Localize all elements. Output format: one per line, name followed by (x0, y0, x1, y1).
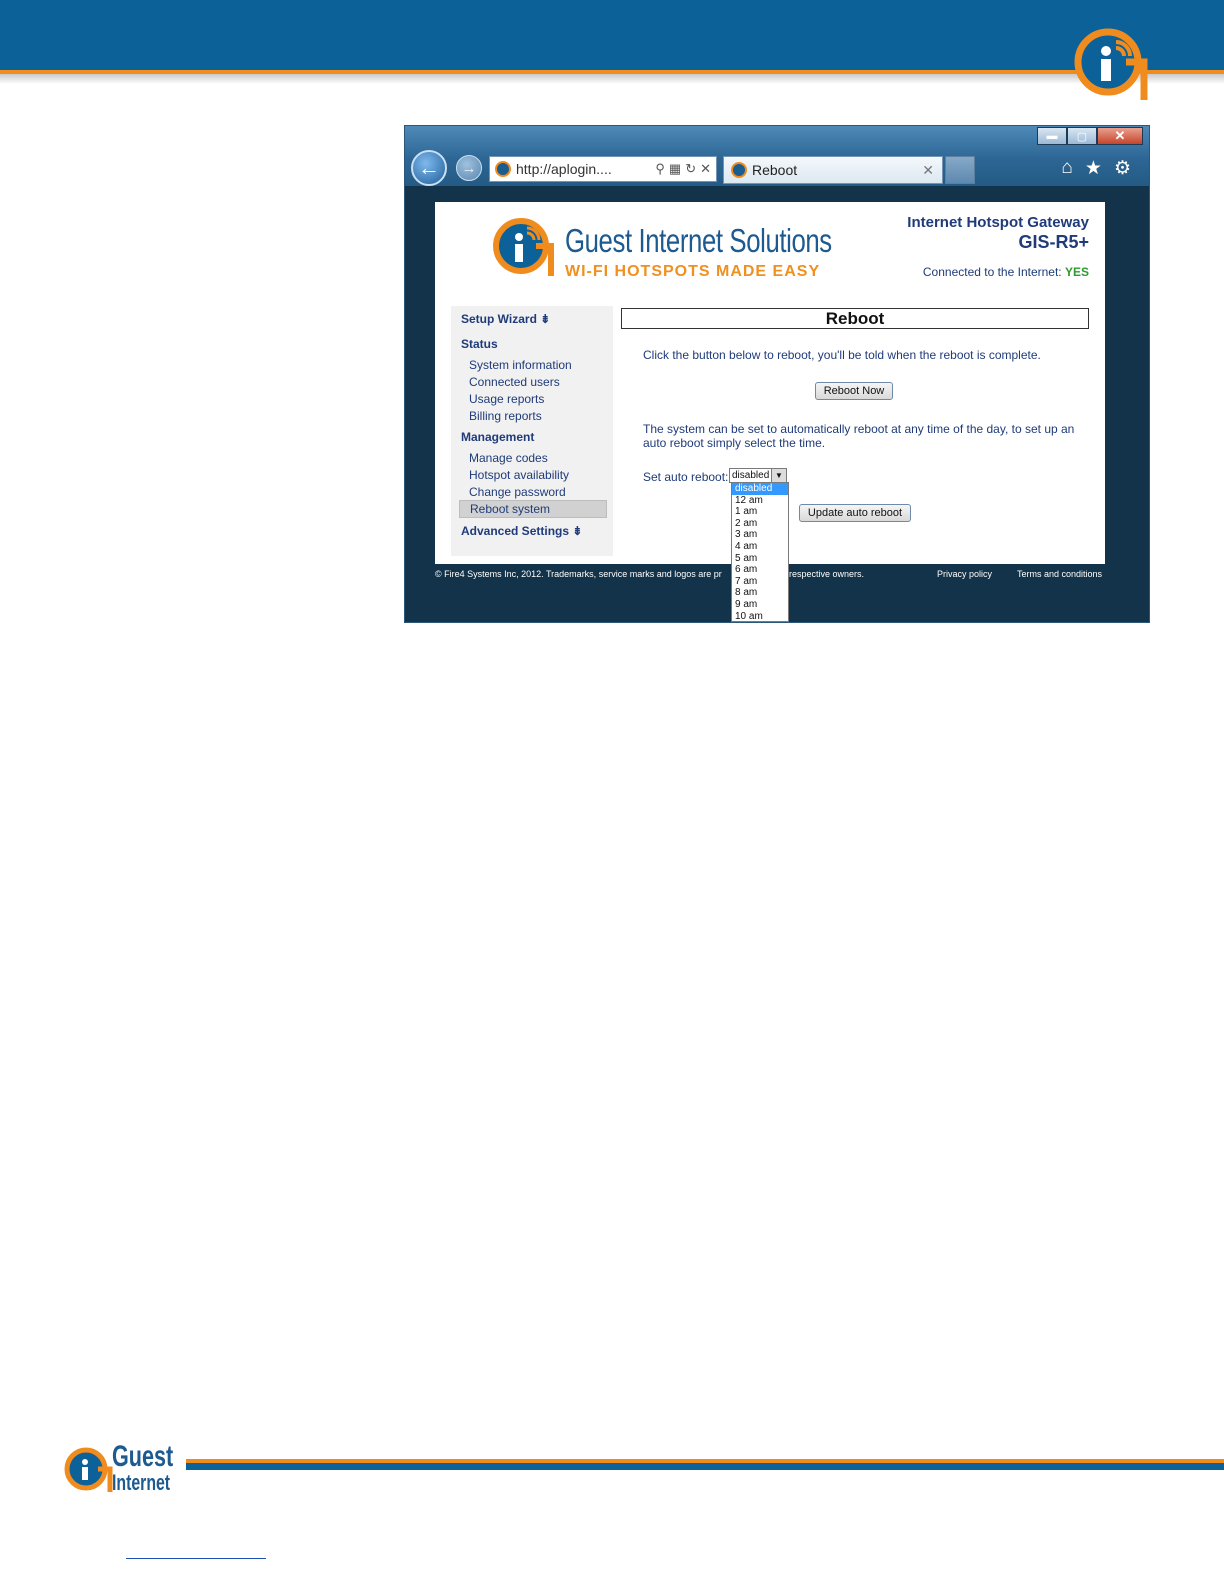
connection-label: Connected to the Internet: (922, 265, 1062, 279)
expand-arrows-icon: ⇟ (572, 524, 583, 538)
search-icon[interactable]: ⚲ (655, 161, 665, 177)
privacy-policy-link[interactable]: Privacy policy (937, 569, 992, 579)
copyright-text-tail: respective owners. (789, 569, 865, 579)
product-title: Internet Hotspot Gateway (907, 214, 1089, 231)
browser-window: ▬ ▢ ✕ ← → http://aplogin.... ⚲ ▦ ↻ ✕ Reb… (404, 125, 1150, 623)
compat-view-icon[interactable]: ▦ (669, 161, 681, 177)
sidebar-item-setup-wizard[interactable]: Setup Wizard ⇟ (461, 312, 550, 326)
auto-reboot-description: The system can be set to automatically r… (643, 422, 1075, 450)
sidebar-nav: Setup Wizard ⇟ Status System information… (451, 306, 613, 556)
dropdown-option[interactable]: 5 am (732, 553, 788, 565)
dropdown-option[interactable]: 8 am (732, 587, 788, 599)
dropdown-option[interactable]: 1 am (732, 506, 788, 518)
footer-blue-stripe (186, 1463, 1224, 1470)
dropdown-option[interactable]: 10 am (732, 611, 788, 621)
brand-tagline: WI-FI HOTSPOTS MADE EASY (565, 263, 821, 280)
guest-internet-logo-icon (1074, 28, 1148, 100)
tab-title: Reboot (752, 162, 798, 178)
product-model: GIS-R5+ (1018, 232, 1089, 252)
copyright-text: © Fire4 Systems Inc, 2012. Trademarks, s… (435, 569, 722, 579)
sidebar-heading-management[interactable]: Management (461, 430, 534, 444)
sidebar-item-usage-reports[interactable]: Usage reports (469, 392, 544, 406)
sidebar-item-hotspot-availability[interactable]: Hotspot availability (469, 468, 569, 482)
terms-link[interactable]: Terms and conditions (1017, 569, 1102, 579)
maximize-icon[interactable]: ▢ (1067, 127, 1097, 145)
sidebar-item-connected-users[interactable]: Connected users (469, 375, 560, 389)
footer-logo-icon (64, 1447, 113, 1492)
minimize-icon[interactable]: ▬ (1037, 127, 1067, 145)
home-icon[interactable]: ⌂ (1061, 157, 1072, 180)
sidebar-item-change-password[interactable]: Change password (469, 485, 566, 499)
sidebar-item-advanced-settings[interactable]: Advanced Settings ⇟ (461, 524, 582, 538)
dropdown-option[interactable]: 2 am (732, 518, 788, 530)
stop-icon[interactable]: ✕ (700, 161, 711, 177)
brand-name: Guest Internet Solutions (565, 222, 832, 259)
reboot-now-button[interactable]: Reboot Now (815, 382, 893, 400)
header-band (0, 0, 1224, 70)
settings-gear-icon[interactable]: ⚙ (1114, 157, 1131, 180)
favorites-star-icon[interactable]: ★ (1085, 157, 1102, 180)
setup-wizard-label: Setup Wizard (461, 312, 537, 326)
header-shadow (0, 74, 1224, 84)
address-url[interactable]: http://aplogin.... (516, 161, 655, 177)
auto-reboot-dropdown-list: disabled 12 am 1 am 2 am 3 am 4 am 5 am … (731, 482, 789, 622)
dropdown-option[interactable]: 12 am (732, 495, 788, 507)
sidebar-item-reboot-system[interactable]: Reboot system (459, 500, 607, 518)
auto-reboot-select[interactable]: disabled ▼ (729, 468, 787, 483)
address-bar[interactable]: http://aplogin.... ⚲ ▦ ↻ ✕ (489, 156, 717, 182)
site-favicon-icon (495, 161, 511, 177)
chevron-down-icon[interactable]: ▼ (771, 469, 786, 482)
dropdown-option[interactable]: disabled (732, 483, 788, 495)
sidebar-item-system-information[interactable]: System information (469, 358, 572, 372)
sidebar-heading-status[interactable]: Status (461, 337, 498, 351)
tab-close-icon[interactable]: ✕ (922, 162, 934, 179)
connection-value: YES (1064, 265, 1089, 279)
tab-favicon-icon (731, 162, 747, 178)
update-auto-reboot-button[interactable]: Update auto reboot (799, 504, 911, 522)
browser-titlebar: ▬ ▢ ✕ ← → http://aplogin.... ⚲ ▦ ↻ ✕ Reb… (405, 126, 1149, 186)
back-arrow-icon[interactable]: ← (411, 150, 447, 186)
address-tools: ⚲ ▦ ↻ ✕ (655, 161, 711, 177)
dropdown-option[interactable]: 3 am (732, 529, 788, 541)
window-controls: ▬ ▢ ✕ (1037, 127, 1143, 145)
reboot-instructions: Click the button below to reboot, you'll… (643, 348, 1041, 362)
connection-status: Connected to the Internet: YES (923, 265, 1089, 279)
refresh-icon[interactable]: ↻ (685, 161, 696, 177)
advanced-settings-label: Advanced Settings (461, 524, 570, 538)
dropdown-option[interactable]: 4 am (732, 541, 788, 553)
browser-tab[interactable]: Reboot ✕ (723, 156, 943, 184)
new-tab-button[interactable] (945, 156, 975, 184)
browser-toolbar: ⌂ ★ ⚙ (1061, 157, 1131, 180)
close-icon[interactable]: ✕ (1097, 127, 1143, 145)
forward-arrow-icon[interactable]: → (456, 155, 482, 181)
expand-arrows-icon: ⇟ (540, 312, 551, 326)
page-title: Reboot (621, 308, 1089, 329)
sidebar-item-manage-codes[interactable]: Manage codes (469, 451, 548, 465)
site-logo-icon (493, 218, 554, 276)
auto-reboot-selected-value: disabled (732, 470, 770, 481)
footer-brand-bottom: Internet (112, 1470, 171, 1495)
footer-link-underline[interactable] (126, 1557, 266, 1559)
dropdown-option[interactable]: 7 am (732, 576, 788, 588)
sidebar-item-billing-reports[interactable]: Billing reports (469, 409, 542, 423)
dropdown-option[interactable]: 6 am (732, 564, 788, 576)
footer-brand-top: Guest (112, 1440, 174, 1473)
dropdown-option[interactable]: 9 am (732, 599, 788, 611)
auto-reboot-label: Set auto reboot: (643, 470, 729, 484)
